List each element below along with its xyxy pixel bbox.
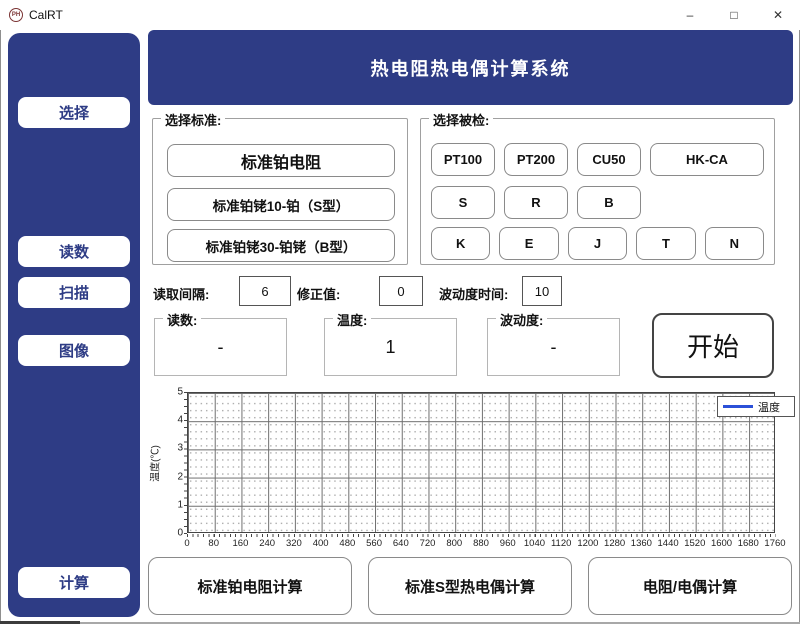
tested-type-button[interactable]: B: [577, 186, 641, 219]
read-interval-label: 读取间隔:: [153, 284, 209, 303]
reading-box: 读数: -: [154, 318, 287, 376]
y-tick-label: 1: [177, 499, 183, 510]
tested-type-button[interactable]: R: [504, 186, 568, 219]
tested-row-2: SRB: [431, 186, 764, 219]
calculation-button[interactable]: 标准S型热电偶计算: [368, 557, 572, 615]
x-tick-label: 320: [286, 538, 302, 549]
tested-type-button[interactable]: J: [568, 227, 627, 260]
x-tick-label: 400: [313, 538, 329, 549]
standard-panel-label: 选择标准:: [161, 110, 225, 129]
close-icon[interactable]: ✕: [756, 0, 800, 30]
x-tick-label: 160: [233, 538, 249, 549]
fluctuation-time-input[interactable]: [522, 276, 562, 306]
app-window: PH CalRT – □ ✕ 选择 读数 扫描 图像 计算 热电阻热电偶计算系统…: [0, 0, 800, 624]
x-tick-label: 480: [339, 538, 355, 549]
legend-line-swatch: [723, 405, 753, 408]
sidebar-item-scan[interactable]: 扫描: [18, 277, 130, 308]
sidebar-item-read[interactable]: 读数: [18, 236, 130, 267]
chart-y-ticks: 543210: [170, 392, 183, 533]
tested-type-button[interactable]: PT100: [431, 143, 495, 176]
window-controls: – □ ✕: [668, 0, 800, 30]
x-tick-label: 1600: [711, 538, 732, 549]
y-tick-label: 2: [177, 471, 183, 482]
calculation-button[interactable]: 电阻/电偶计算: [588, 557, 792, 615]
y-tick-label: 0: [177, 528, 183, 539]
tested-type-button[interactable]: S: [431, 186, 495, 219]
minimize-icon[interactable]: –: [668, 0, 712, 30]
maximize-icon[interactable]: □: [712, 0, 756, 30]
tested-panel: 选择被检: PT100PT200CU50HK-CA SRB KEJTN: [420, 118, 775, 265]
x-tick-label: 800: [446, 538, 462, 549]
x-tick-label: 1360: [631, 538, 652, 549]
y-tick-label: 5: [177, 387, 183, 398]
chart-x-ticks: 0 80 160 240 320 400 480 560 640 720 800 880 960 1040…: [187, 538, 775, 550]
x-tick-label: 240: [259, 538, 275, 549]
chart-plot-area: [187, 392, 775, 533]
sidebar-item-calculate[interactable]: 计算: [18, 567, 130, 598]
x-tick-label: 1040: [524, 538, 545, 549]
x-tick-label: 720: [420, 538, 436, 549]
x-tick-label: 0: [184, 538, 189, 549]
chart-y-axis-label: 温度(℃): [147, 434, 162, 494]
chart-legend[interactable]: 温度: [717, 396, 795, 417]
x-tick-label: 1280: [604, 538, 625, 549]
correction-label: 修正值:: [297, 284, 340, 303]
correction-input[interactable]: [379, 276, 423, 306]
title-bar: PH CalRT – □ ✕: [0, 0, 800, 30]
x-tick-label: 80: [208, 538, 219, 549]
app-icon: PH: [9, 8, 23, 22]
start-button[interactable]: 开始: [652, 313, 774, 378]
x-tick-label: 1760: [764, 538, 785, 549]
window-title: CalRT: [29, 8, 63, 22]
x-tick-label: 1440: [658, 538, 679, 549]
bottom-buttons: 标准铂电阻计算标准S型热电偶计算电阻/电偶计算: [148, 557, 792, 615]
tested-type-button[interactable]: E: [499, 227, 558, 260]
standard-panel: 选择标准: 标准铂电阻 标准铂铑10-铂（S型） 标准铂铑30-铂铑（B型）: [152, 118, 408, 265]
temperature-chart: 温度(℃) 5 4 3 2 1 0 0 80 160 240 320 400 480 560 640 720…: [148, 385, 793, 553]
x-tick-label: 1680: [738, 538, 759, 549]
tested-type-button[interactable]: CU50: [577, 143, 641, 176]
x-tick-label: 880: [473, 538, 489, 549]
standard-rtd-button[interactable]: 标准铂电阻: [167, 144, 395, 177]
temperature-box: 温度: 1: [324, 318, 457, 376]
calculation-button[interactable]: 标准铂电阻计算: [148, 557, 352, 615]
x-tick-label: 560: [366, 538, 382, 549]
fluctuation-value: -: [488, 319, 619, 375]
x-tick-label: 1520: [684, 538, 705, 549]
tested-row-1: PT100 PT200 CU50 HK-CA: [431, 143, 764, 176]
x-tick-label: 640: [393, 538, 409, 549]
y-tick-label: 3: [177, 443, 183, 454]
tested-type-button[interactable]: PT200: [504, 143, 568, 176]
page-title: 热电阻热电偶计算系统: [148, 30, 793, 105]
x-tick-label: 1200: [577, 538, 598, 549]
x-tick-label: 960: [500, 538, 516, 549]
fluctuation-time-label: 波动度时间:: [439, 284, 508, 303]
tested-type-button[interactable]: T: [636, 227, 695, 260]
standard-s-type-button[interactable]: 标准铂铑10-铂（S型）: [167, 188, 395, 221]
temperature-value: 1: [325, 319, 456, 375]
legend-label: 温度: [758, 399, 780, 415]
reading-value: -: [155, 319, 286, 375]
sidebar: 选择 读数 扫描 图像 计算: [8, 33, 140, 617]
standard-b-type-button[interactable]: 标准铂铑30-铂铑（B型）: [167, 229, 395, 262]
tested-type-button[interactable]: HK-CA: [650, 143, 764, 176]
tested-type-button[interactable]: K: [431, 227, 490, 260]
fluctuation-box: 波动度: -: [487, 318, 620, 376]
sidebar-item-image[interactable]: 图像: [18, 335, 130, 366]
y-tick-label: 4: [177, 415, 183, 426]
chart-x-tickmarks: [187, 534, 776, 537]
tested-type-button[interactable]: N: [705, 227, 764, 260]
read-interval-input[interactable]: [239, 276, 291, 306]
x-tick-label: 1120: [551, 538, 571, 549]
tested-panel-label: 选择被检:: [429, 110, 493, 129]
tested-row-3: KEJTN: [431, 227, 764, 260]
sidebar-item-select[interactable]: 选择: [18, 97, 130, 128]
